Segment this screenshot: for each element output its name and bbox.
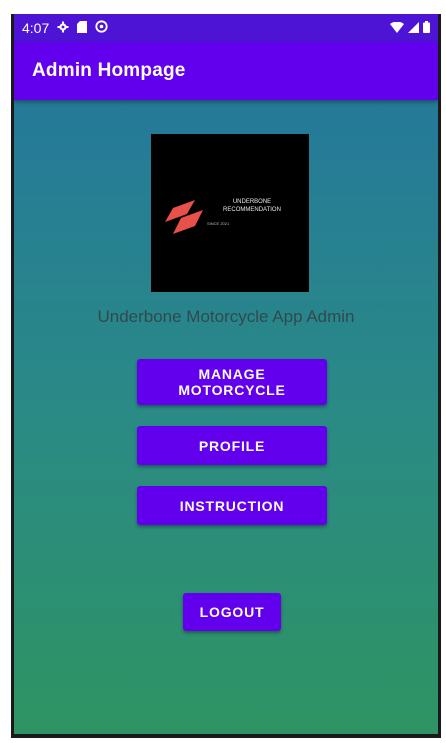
wifi-icon — [390, 20, 404, 36]
status-left: 4:07 — [22, 20, 108, 36]
sync-icon — [95, 20, 108, 36]
logo-line-2: RECOMMENDATION — [223, 207, 281, 213]
status-time: 4:07 — [22, 20, 50, 36]
sd-card-icon — [77, 20, 88, 36]
manage-button-line-1: MANAGE — [198, 366, 266, 382]
manage-button-line-2: MOTORCYCLE — [178, 382, 286, 398]
app-caption: Underbone Motorcycle App Admin — [97, 307, 355, 326]
instruction-button[interactable]: INSTRUCTION — [137, 486, 327, 525]
status-right — [390, 20, 430, 36]
manage-motorcycle-button[interactable]: MANAGE MOTORCYCLE — [137, 359, 327, 405]
logo-line-1: UNDERBONE — [232, 199, 272, 205]
status-bar: 4:07 — [14, 14, 438, 42]
battery-icon — [423, 20, 430, 36]
app-logo: UNDERBONE RECOMMENDATION SINCE 2021 — [151, 134, 309, 292]
app-screen: 4:07 Admin Hompage UNDERBONE RECOMMENDAT… — [11, 14, 441, 738]
device-frame: 4:07 Admin Hompage UNDERBONE RECOMMENDAT… — [0, 0, 446, 743]
logo-text: UNDERBONE RECOMMENDATION — [217, 198, 287, 214]
logout-button[interactable]: LOGOUT — [183, 593, 281, 631]
gear-icon — [57, 20, 69, 36]
logo-since: SINCE 2021 — [207, 221, 230, 226]
signal-icon — [408, 20, 419, 36]
app-bar: Admin Hompage — [14, 42, 438, 100]
page-title: Admin Hompage — [32, 60, 186, 81]
profile-button[interactable]: PROFILE — [137, 426, 327, 465]
